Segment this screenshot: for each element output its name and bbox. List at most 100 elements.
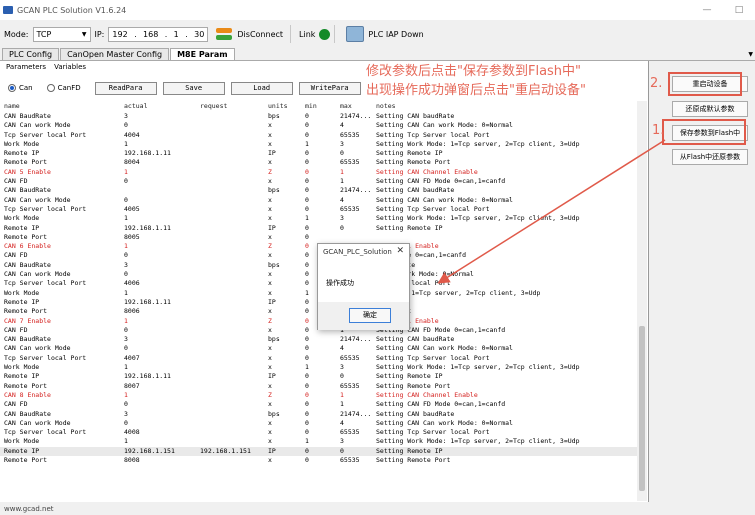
- table-cell: Setting Remote IP: [376, 223, 443, 232]
- table-cell: 1: [305, 437, 309, 446]
- header-actual[interactable]: actual: [124, 101, 198, 112]
- load-button[interactable]: Load: [230, 81, 293, 95]
- header-request[interactable]: request: [200, 101, 264, 112]
- header-notes[interactable]: notes: [376, 101, 636, 112]
- table-row[interactable]: CAN BaudRate bps 0 21474... Setting CAN baud…: [0, 186, 637, 195]
- table-row[interactable]: Remote IP 192.168.1.11 IP 0 0 Setting Remote …: [0, 224, 637, 233]
- table-row[interactable]: CAN Can work Mode 0 x 0 4 Setting CAN Can wor…: [0, 419, 637, 428]
- tab-scroll-icon[interactable]: ▼: [748, 51, 753, 58]
- table-row[interactable]: CAN Can work Mode 0 x 0 4 Setting CAN Can wor…: [0, 344, 637, 353]
- read-para-button[interactable]: ReadPara: [94, 81, 157, 95]
- save-button[interactable]: Save: [162, 81, 225, 95]
- table-row[interactable]: CAN Can work Mode 0 x 0 4 Setting CAN Can wor…: [0, 121, 637, 130]
- plc-iap-download-button[interactable]: PLC IAP Down: [343, 24, 426, 44]
- table-cell: 8007: [124, 381, 140, 390]
- table-row[interactable]: Remote IP 192.168.1.11 IP 0 0 Setting Remote …: [0, 372, 637, 381]
- table-cell: CAN 6 Enable: [4, 242, 51, 251]
- table-cell[interactable]: 192.168.1.151: [200, 447, 264, 456]
- table-cell: IP: [268, 223, 276, 232]
- table-cell: 0: [340, 149, 344, 158]
- table-cell: 0: [305, 372, 309, 381]
- table-cell: 4006: [124, 279, 140, 288]
- table-row[interactable]: Remote IP 192.168.1.151 192.168.1.151 IP 0 0 S…: [0, 446, 637, 456]
- table-cell: N FD Mode 0=can,1=canfd: [376, 251, 467, 260]
- table-cell: IP: [268, 297, 276, 306]
- header-units[interactable]: units: [268, 101, 304, 112]
- ip-octet-3[interactable]: 1: [174, 30, 179, 39]
- ip-octet-4[interactable]: 30: [194, 30, 204, 39]
- table-row[interactable]: CAN FD 0 x 0 1 Setting CAN FD Mode 0=can,1=ca…: [0, 177, 637, 186]
- success-dialog: GCAN_PLC_Solution ✕ 操作成功 确定: [317, 243, 410, 330]
- table-cell: 0: [305, 177, 309, 186]
- table-row[interactable]: CAN BaudRate 3 bps 0 21474... Setting CAN bau…: [0, 335, 637, 344]
- table-row[interactable]: Tcp Server local Port 4008 x 0 65535 Setting …: [0, 428, 637, 437]
- table-cell: 0: [305, 390, 309, 399]
- scrollbar-thumb[interactable]: [639, 326, 645, 491]
- table-cell: x: [268, 455, 272, 464]
- table-row[interactable]: Remote Port 8004 x 0 65535 Setting Remote Por…: [0, 158, 637, 167]
- table-cell: 4005: [124, 204, 140, 213]
- table-cell: Work Mode: [4, 288, 40, 297]
- table-row[interactable]: Work Mode 1 x 1 3 Setting Work Mode: 1=Tcp se…: [0, 437, 637, 446]
- restore-defaults-button[interactable]: 还原成默认参数: [672, 101, 748, 117]
- table-cell: 8005: [124, 232, 140, 241]
- table-cell: 0: [124, 270, 128, 279]
- ip-octet-1[interactable]: 192: [112, 30, 127, 39]
- table-cell: 0: [305, 400, 309, 409]
- table-row[interactable]: Work Mode 1 x 1 3 Setting Work Mode: 1=Tcp se…: [0, 363, 637, 372]
- table-row[interactable]: Remote Port 8007 x 0 65535 Setting Remote Por…: [0, 382, 637, 391]
- table-row[interactable]: Work Mode 1 x 1 3 Setting Work Mode: 1=Tcp se…: [0, 214, 637, 223]
- maximize-button[interactable]: □: [723, 0, 755, 20]
- header-name[interactable]: name: [4, 101, 122, 112]
- header-min[interactable]: min: [305, 101, 339, 112]
- table-row[interactable]: CAN 8 Enable 1 Z 0 1 Setting CAN Channel Enab…: [0, 391, 637, 400]
- ip-input[interactable]: 192. 168. 1. 30: [108, 26, 209, 42]
- close-icon[interactable]: ✕: [396, 246, 404, 256]
- table-cell: 3: [340, 363, 344, 372]
- table-row[interactable]: Remote Port 8008 x 0 65535 Setting Remote Por…: [0, 456, 637, 465]
- table-row[interactable]: Tcp Server local Port 4007 x 0 65535 Setting …: [0, 354, 637, 363]
- table-cell: CAN FD: [4, 400, 28, 409]
- subtab-variables[interactable]: Variables: [54, 63, 86, 71]
- table-cell: 1: [124, 437, 128, 446]
- mode-label: Mode:: [4, 29, 29, 39]
- radio-canfd[interactable]: CanFD: [46, 84, 81, 92]
- table-row[interactable]: CAN 5 Enable 1 Z 0 1 Setting CAN Channel Enab…: [0, 168, 637, 177]
- ip-octet-2[interactable]: 168: [143, 30, 158, 39]
- mode-select[interactable]: TCP ▼: [32, 26, 91, 42]
- table-cell: 3: [340, 214, 344, 223]
- table-row[interactable]: CAN BaudRate 3 bps 0 21474... Setting CAN bau…: [0, 112, 637, 121]
- restore-from-flash-button[interactable]: 从Flash中还原参数: [672, 149, 748, 165]
- table-cell: Setting Tcp Server local Port: [376, 428, 490, 437]
- dialog-message: 操作成功: [326, 279, 354, 287]
- ok-button[interactable]: 确定: [349, 308, 391, 323]
- header-max[interactable]: max: [340, 101, 374, 112]
- radio-can[interactable]: Can: [8, 84, 33, 92]
- table-cell: 3: [124, 112, 128, 120]
- write-para-button[interactable]: WritePara: [298, 81, 361, 95]
- table-row[interactable]: Remote Port 8005 x 0: [0, 233, 637, 242]
- table-cell: 0: [124, 195, 128, 204]
- table-row[interactable]: Tcp Server local Port 4005 x 0 65535 Setting …: [0, 205, 637, 214]
- subtab-parameters[interactable]: Parameters: [6, 63, 46, 71]
- table-row[interactable]: Remote IP 192.168.1.11 IP 0 0 Setting Remote …: [0, 149, 637, 158]
- disconnect-button[interactable]: DisConnect: [212, 24, 286, 44]
- table-cell: N Can work Mode: 0=Normal: [376, 270, 474, 279]
- table-row[interactable]: CAN FD 0 x 0 1 Setting CAN FD Mode 0=can,1=ca…: [0, 400, 637, 409]
- table-row[interactable]: CAN BaudRate 3 bps 0 21474... Setting CAN bau…: [0, 410, 637, 419]
- table-cell: Setting CAN baudRate: [376, 409, 455, 418]
- table-cell: Remote IP: [4, 297, 40, 306]
- table-cell: 0: [305, 130, 309, 139]
- table-cell: 192.168.1.11: [124, 223, 171, 232]
- table-cell: 0: [305, 186, 309, 195]
- table-cell: Setting Work Mode: 1=Tcp server, 2=Tcp c…: [376, 363, 580, 372]
- table-cell: 4: [340, 195, 344, 204]
- table-row[interactable]: Tcp Server local Port 4004 x 0 65535 Setting …: [0, 131, 637, 140]
- table-cell: 192.168.1.151: [124, 446, 175, 455]
- table-row[interactable]: Work Mode 1 x 1 3 Setting Work Mode: 1=Tcp se…: [0, 140, 637, 149]
- window-title: GCAN PLC Solution V1.6.24: [17, 5, 127, 15]
- table-scrollbar[interactable]: [637, 101, 647, 501]
- title-bar: GCAN PLC Solution V1.6.24 — □: [0, 0, 755, 20]
- minimize-button[interactable]: —: [691, 0, 723, 20]
- table-row[interactable]: CAN Can work Mode 0 x 0 4 Setting CAN Can wor…: [0, 196, 637, 205]
